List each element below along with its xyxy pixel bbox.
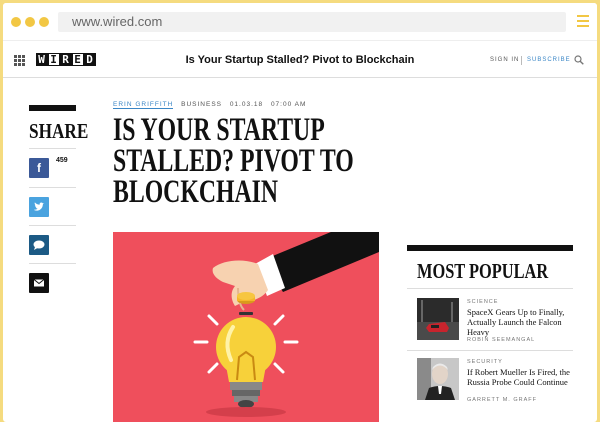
divider — [29, 225, 76, 226]
address-bar[interactable]: www.wired.com — [58, 12, 566, 32]
publish-time: 07:00 AM — [270, 101, 307, 108]
facebook-icon[interactable]: f — [29, 158, 49, 178]
falcon-heavy-thumbnail[interactable] — [417, 298, 459, 340]
site-header: W I R E D Is Your Startup Stalled? Pivot… — [3, 42, 597, 78]
window-close-dot[interactable] — [11, 17, 21, 27]
publish-date: 01.03.18 — [229, 101, 264, 108]
comment-icon[interactable] — [29, 235, 49, 255]
article-author[interactable]: GARRETT M. GRAFF — [467, 397, 537, 403]
facebook-share-count: 459 — [56, 157, 68, 164]
mueller-thumbnail[interactable] — [417, 358, 459, 400]
popular-article-title[interactable]: SpaceX Gears Up to Finally, Actually Lau… — [467, 307, 577, 337]
sign-in-link[interactable]: SIGN IN — [490, 57, 519, 63]
article-category[interactable]: SCIENCE — [467, 299, 498, 305]
most-popular-title: MOST POPULAR — [417, 259, 549, 283]
window-maximize-dot[interactable] — [39, 17, 49, 27]
hero-illustration — [113, 232, 379, 422]
divider — [29, 148, 76, 149]
share-label: SHARE — [29, 119, 89, 143]
browser-frame: www.wired.com W I R E D Is Your Startup … — [3, 3, 597, 422]
browser-chrome: www.wired.com — [3, 3, 597, 41]
popular-article-title[interactable]: If Robert Mueller Is Fired, the Russia P… — [467, 367, 577, 387]
divider — [29, 187, 76, 188]
divider — [407, 350, 573, 351]
hamburger-menu-icon[interactable] — [577, 15, 589, 30]
section-label[interactable]: BUSINESS — [181, 101, 222, 108]
mail-icon[interactable] — [29, 273, 49, 293]
search-icon[interactable] — [574, 55, 584, 65]
article-category[interactable]: SECURITY — [467, 359, 503, 365]
author-link[interactable]: ERIN GRIFFITH — [113, 101, 174, 109]
nav-divider — [521, 56, 522, 65]
twitter-icon[interactable] — [29, 197, 49, 217]
window-minimize-dot[interactable] — [25, 17, 35, 27]
article-headline: IS YOUR STARTUP STALLED? PIVOT TO BLOCKC… — [113, 112, 354, 210]
most-popular-rule — [407, 245, 573, 251]
subscribe-link[interactable]: SUBSCRIBE — [527, 57, 571, 63]
divider — [29, 263, 76, 264]
divider — [407, 288, 573, 289]
article-byline: ERIN GRIFFITH BUSINESS 01.03.18 07:00 AM — [113, 101, 307, 109]
article-author[interactable]: ROBIN SEEMANGAL — [467, 337, 535, 343]
share-rule — [29, 105, 76, 111]
